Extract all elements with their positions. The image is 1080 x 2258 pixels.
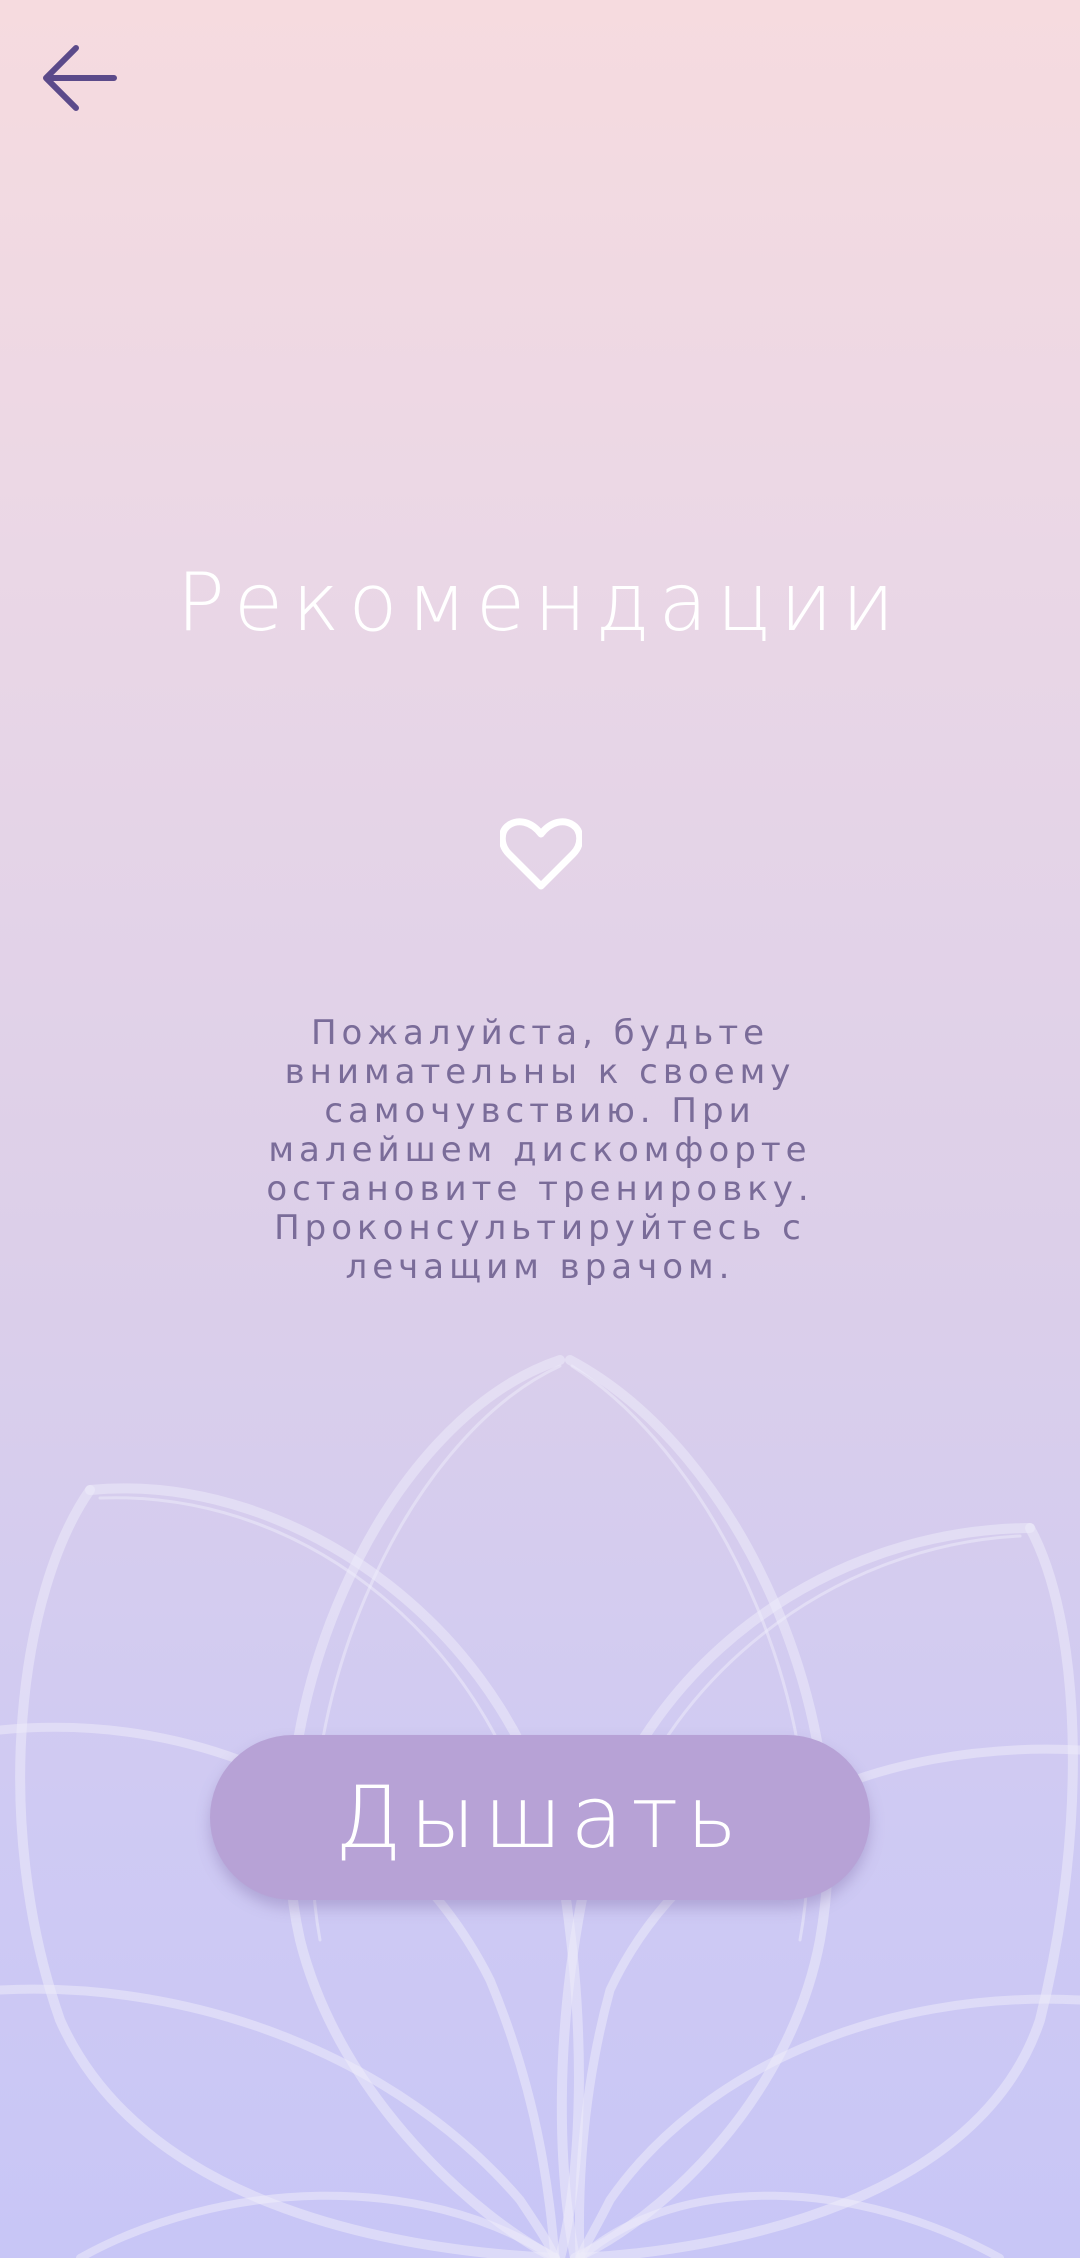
back-button[interactable] [28, 28, 128, 128]
breathe-button[interactable]: Дышать [210, 1735, 870, 1900]
page-title: Рекомендации [176, 556, 904, 649]
breathe-button-label: Дышать [335, 1767, 745, 1868]
arrow-left-icon [43, 45, 117, 111]
heart-outline-icon [500, 818, 582, 890]
recommendation-message: Пожалуйста, будьте внимательны к своему … [266, 1013, 814, 1287]
